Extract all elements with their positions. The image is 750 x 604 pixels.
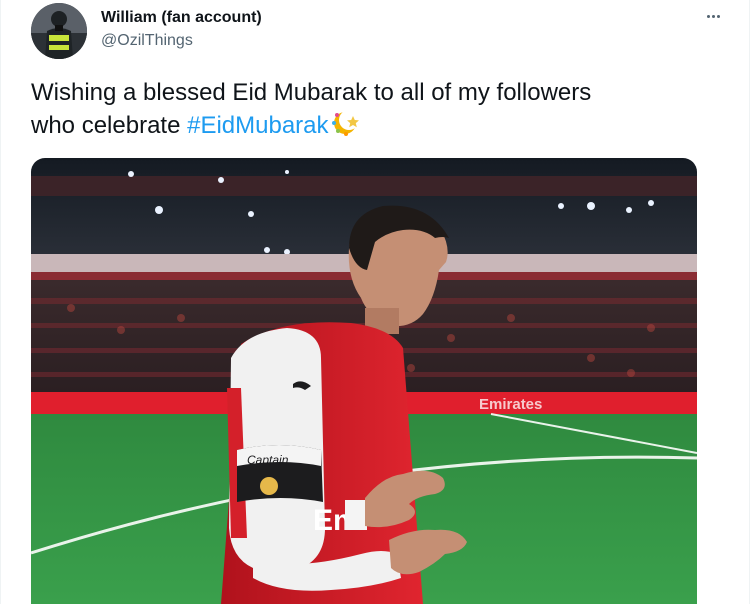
author-names: William (fan account) @OzilThings (101, 8, 262, 51)
tweet-text-line-2: who celebrate #EidMubarak (31, 109, 711, 146)
user-avatar[interactable] (31, 3, 87, 59)
tweet-text-prefix: who celebrate (31, 112, 188, 139)
more-icon[interactable] (699, 6, 727, 26)
stadium-board-text: Emirates (479, 396, 542, 413)
author-handle[interactable]: @OzilThings (101, 31, 262, 51)
crescent-moon-star-icon (331, 109, 363, 146)
photo-image: Emirates Captain Em (31, 158, 697, 604)
tweet-card: William (fan account) @OzilThings Wishin… (0, 0, 750, 604)
hashtag-link[interactable]: #EidMubarak (187, 112, 328, 139)
armband-text: Captain (247, 453, 289, 467)
tweet-text: Wishing a blessed Eid Mubarak to all of … (31, 76, 711, 146)
tweet-text-line-1: Wishing a blessed Eid Mubarak to all of … (31, 79, 592, 106)
author-display-name[interactable]: William (fan account) (101, 8, 262, 28)
more-dot (706, 14, 710, 18)
avatar-image (31, 3, 87, 59)
tweet-header: William (fan account) @OzilThings (1, 0, 750, 70)
more-dot (711, 14, 715, 18)
tweet-photo[interactable]: Emirates Captain Em (31, 158, 697, 604)
more-dot (716, 14, 720, 18)
